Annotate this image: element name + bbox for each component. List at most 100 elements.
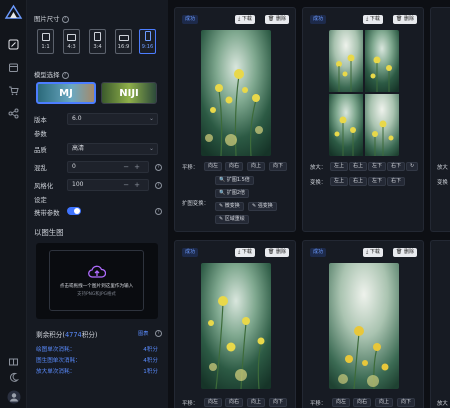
pan-right-button[interactable]: 向右 xyxy=(225,162,244,171)
ratio-tall-icon xyxy=(144,31,151,41)
quality-select[interactable]: 高清 ⌄ xyxy=(67,143,158,155)
cost-row-upscale: 放大单次消耗： 1积分 xyxy=(36,367,158,375)
pan-right-button[interactable]: 向右 xyxy=(225,398,244,407)
model-niji-button[interactable]: NIJI xyxy=(101,82,157,104)
download-button[interactable]: ⤓ 下载 xyxy=(363,248,383,257)
region-repaint-button[interactable]: ✎ 区域重绘 xyxy=(215,215,249,224)
result-image-grid[interactable] xyxy=(329,30,399,156)
delete-button[interactable]: 🗑 删除 xyxy=(393,15,417,24)
upscale-top-left-button[interactable]: 左上 xyxy=(330,162,349,171)
delete-button[interactable]: 🗑 删除 xyxy=(265,15,289,24)
ratio-label: 16:9 xyxy=(117,44,130,50)
model-label: 模型选择? xyxy=(34,70,69,79)
variation-top-left-button[interactable]: 左上 xyxy=(330,177,349,186)
help-icon[interactable]: ? xyxy=(155,164,162,171)
upscale-top-right-button[interactable]: 右上 xyxy=(349,162,368,171)
variation-top-right-button[interactable]: 右上 xyxy=(349,177,368,186)
pan-up-button[interactable]: 向上 xyxy=(247,162,266,171)
upload-area[interactable]: 点击或拖拽一个图片到这里作为输入 支持PNG和JPG格式 xyxy=(36,243,158,319)
version-select[interactable]: 6.0 ⌄ xyxy=(67,113,158,125)
pan-up-button[interactable]: 向上 xyxy=(375,398,394,407)
ratio-16-9[interactable]: 16:9 xyxy=(115,29,132,54)
help-icon[interactable]: ? xyxy=(155,182,162,189)
result-image[interactable] xyxy=(201,30,271,156)
result-image[interactable] xyxy=(201,263,271,389)
version-value: 6.0 xyxy=(72,115,82,122)
upscale-label: 放大 xyxy=(437,165,448,171)
grid-image[interactable] xyxy=(329,94,363,156)
delete-label: 删除 xyxy=(403,16,414,22)
upscale-bottom-right-button[interactable]: 右下 xyxy=(387,162,406,171)
pan-left-button[interactable]: 向左 xyxy=(204,398,223,407)
pan-left-button[interactable]: 向左 xyxy=(332,398,351,407)
pan-down-button[interactable]: 向下 xyxy=(269,398,288,407)
carry-params-toggle[interactable] xyxy=(67,207,81,215)
package-icon[interactable] xyxy=(6,60,21,75)
pan-down-button[interactable]: 向下 xyxy=(397,398,416,407)
variation-bottom-right-button[interactable]: 右下 xyxy=(387,177,406,186)
grid-image[interactable] xyxy=(365,94,399,156)
gift-icon[interactable] xyxy=(6,353,21,368)
upscale-label: 放大： xyxy=(310,165,327,171)
help-icon[interactable]: ? xyxy=(155,330,162,337)
strong-variation-label: 强变换 xyxy=(257,203,273,209)
delete-button[interactable]: 🗑 删除 xyxy=(393,248,417,257)
recharge-link[interactable]: 图表 xyxy=(138,330,148,337)
ratio-3-4[interactable]: 3:4 xyxy=(89,29,106,54)
edit-icon[interactable] xyxy=(6,37,21,52)
upscale-bottom-left-button[interactable]: 左下 xyxy=(368,162,387,171)
carry-params-label: 携带参数 xyxy=(34,209,60,217)
credits-prefix: 剩余积分( xyxy=(36,331,65,339)
ratio-portrait-icon xyxy=(94,32,101,41)
zoom-2x-button[interactable]: 🔍 扩图2倍 xyxy=(215,189,250,198)
download-label: 下载 xyxy=(369,249,380,255)
help-icon[interactable]: ? xyxy=(61,15,69,23)
refresh-icon[interactable]: ↻ xyxy=(406,162,418,171)
result-card: 成功 ⤓ 下载 🗑 删除 平移： 向左 向右 向上 向下 🔍 扩图1.5倍 扩图… xyxy=(174,7,296,232)
img2img-label: 以图生图 xyxy=(34,228,64,237)
strong-variation-button[interactable]: ✎ 强变换 xyxy=(248,202,277,211)
result-image[interactable] xyxy=(329,263,399,389)
moon-icon[interactable] xyxy=(6,370,21,385)
chaos-stepper[interactable]: 0 −+ xyxy=(67,161,149,173)
ratio-landscape-icon xyxy=(67,34,76,41)
model-mj-label: MJ xyxy=(59,87,73,99)
pan-up-button[interactable]: 向上 xyxy=(247,398,266,407)
variation-bottom-left-button[interactable]: 左下 xyxy=(368,177,387,186)
pan-left-button[interactable]: 向左 xyxy=(204,162,223,171)
stepper-controls[interactable]: −+ xyxy=(123,180,145,190)
zoom-label: 扩图变换： xyxy=(182,201,209,207)
image-size-text: 图片尺寸 xyxy=(34,15,60,23)
pan-down-button[interactable]: 向下 xyxy=(269,162,288,171)
cost-value: 4积分 xyxy=(143,358,158,364)
variation-label: 变换： xyxy=(310,180,327,186)
user-icon[interactable] xyxy=(6,389,21,404)
grid-image[interactable] xyxy=(329,30,363,92)
upload-dropzone[interactable]: 点击或拖拽一个图片到这里作为输入 支持PNG和JPG格式 xyxy=(49,250,144,311)
stylize-stepper[interactable]: 100 −+ xyxy=(67,179,149,191)
grid-image[interactable] xyxy=(365,30,399,92)
ratio-1-1[interactable]: 1:1 xyxy=(37,29,54,54)
cost-value: 1积分 xyxy=(143,369,158,375)
model-mj-button[interactable]: MJ xyxy=(36,82,96,104)
download-label: 下载 xyxy=(369,16,380,22)
ratio-4-3[interactable]: 4:3 xyxy=(63,29,80,54)
ratio-9-16[interactable]: 9:16 xyxy=(139,29,156,54)
icon-rail xyxy=(0,0,27,408)
subtle-variation-button[interactable]: ✎ 微变换 xyxy=(215,202,244,211)
help-icon[interactable]: ? xyxy=(155,208,162,215)
share-icon[interactable] xyxy=(6,106,21,121)
upscale-label: 放大 xyxy=(437,401,448,407)
stepper-controls[interactable]: −+ xyxy=(123,162,145,172)
download-button[interactable]: ⤓ 下载 xyxy=(363,15,383,24)
status-badge: 成功 xyxy=(310,248,327,257)
upload-text: 点击或拖拽一个图片到这里作为输入 xyxy=(59,283,134,289)
help-icon[interactable]: ? xyxy=(61,71,69,79)
zoom-1-5x-button[interactable]: 🔍 扩图1.5倍 xyxy=(215,176,254,185)
download-button[interactable]: ⤓ 下载 xyxy=(235,15,255,24)
app-root: 图片尺寸? 1:1 4:3 3:4 16:9 9:16 模型选择? MJ NIJ… xyxy=(0,0,450,408)
pan-right-button[interactable]: 向右 xyxy=(353,398,372,407)
cart-icon[interactable] xyxy=(6,83,21,98)
download-button[interactable]: ⤓ 下载 xyxy=(235,248,255,257)
delete-button[interactable]: 🗑 删除 xyxy=(265,248,289,257)
